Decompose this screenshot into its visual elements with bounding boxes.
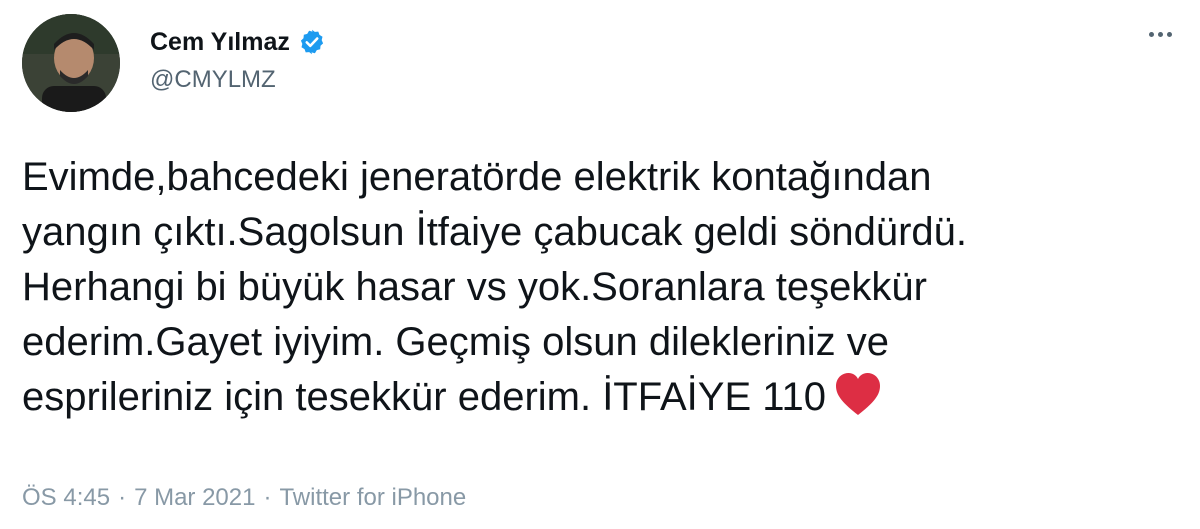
user-handle[interactable]: @CMYLMZ <box>150 66 276 94</box>
red-heart-icon <box>836 373 881 415</box>
verified-badge-icon <box>300 29 323 55</box>
more-options-icon <box>1148 31 1154 37</box>
tweet-line: yangın çıktı.Sagolsun İtfaiye çabucak ge… <box>22 210 968 254</box>
avatar[interactable] <box>22 14 120 112</box>
tweet-line: ederim.Gayet iyiyim. Geçmiş olsun dilekl… <box>22 320 889 364</box>
tweet-line: Herhangi bi büyük hasar vs yok.Soranlara… <box>22 265 927 309</box>
tweet-line: esprileriniz için tesekkür ederim. İTFAİ… <box>22 375 827 419</box>
tweet-date-link[interactable]: 7 Mar 2021 <box>134 484 255 512</box>
meta-separator: · <box>263 484 272 511</box>
meta-separator: · <box>118 484 127 511</box>
tweet-metadata: ÖS 4:45 · 7 Mar 2021 · Twitter for iPhon… <box>22 484 466 512</box>
tweet-card: Cem Yılmaz @CMYLMZ Evimde,bahcedeki jene… <box>0 0 1200 529</box>
more-options-button[interactable] <box>1140 20 1180 48</box>
more-options-icon-dot <box>1157 31 1163 37</box>
tweet-text: Evimde,bahcedeki jeneratörde elektrik ko… <box>22 150 1142 425</box>
author-name-row[interactable]: Cem Yılmaz <box>150 26 326 58</box>
profile-photo-icon <box>22 14 120 112</box>
tweet-time-link[interactable]: ÖS 4:45 <box>22 484 110 512</box>
tweet-line: Evimde,bahcedeki jeneratörde elektrik ko… <box>22 155 932 199</box>
tweet-source-link[interactable]: Twitter for iPhone <box>279 484 466 512</box>
more-options-icon-dot <box>1166 31 1172 37</box>
display-name[interactable]: Cem Yılmaz <box>150 28 290 57</box>
